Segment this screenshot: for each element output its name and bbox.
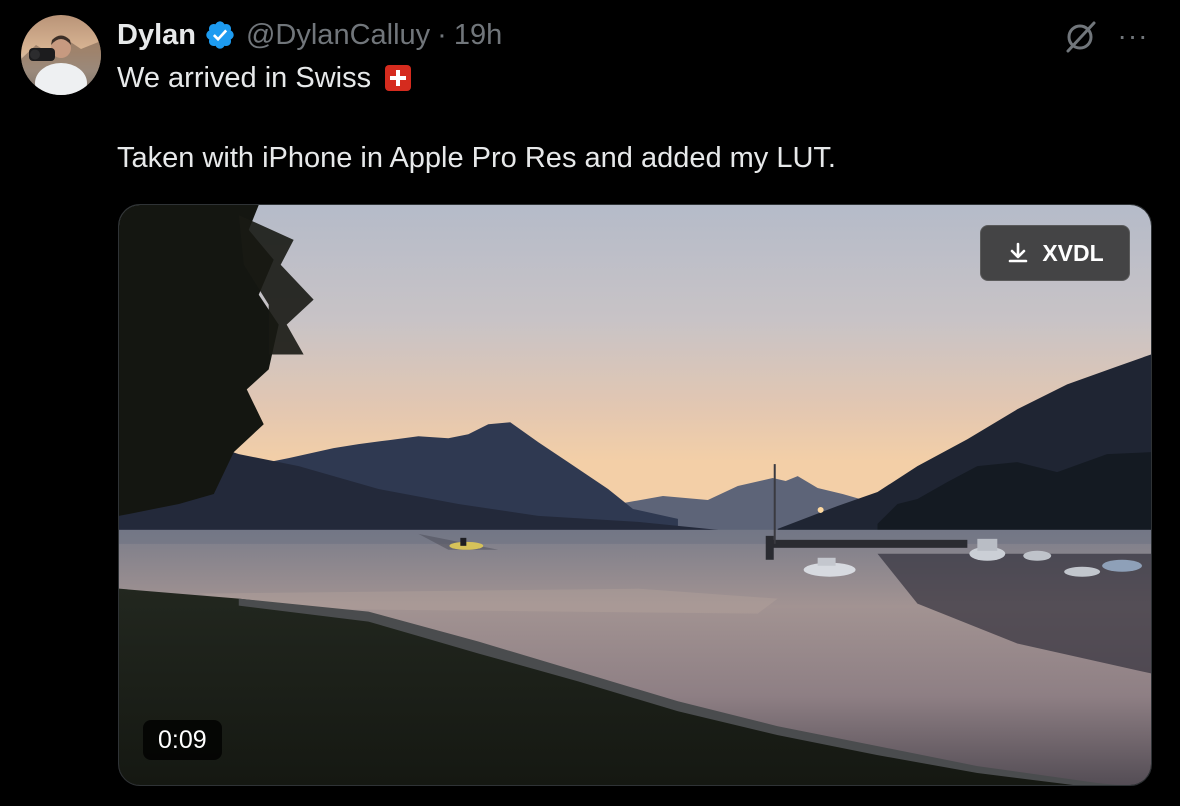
download-icon [1009,242,1028,263]
more-options-icon[interactable]: ··· [1116,22,1150,50]
video-frame [119,205,1151,785]
video-player[interactable]: XVDL 0:09 [118,204,1152,786]
tweet-header: Dylan @DylanCalluy · 19h [117,14,502,56]
avatar[interactable] [21,15,101,95]
xvdl-label: XVDL [1042,239,1104,266]
xvdl-download-button[interactable]: XVDL [980,225,1130,281]
separator-dot: · [437,18,447,51]
swiss-flag-icon [385,65,412,91]
tweet-text-line-2: Taken with iPhone in Apple Pro Res and a… [117,142,836,174]
author-handle[interactable]: @DylanCalluy [246,19,430,52]
verified-badge-icon[interactable] [204,19,236,51]
avatar-photo [21,35,101,95]
grok-icon[interactable] [1063,18,1099,54]
video-duration-badge: 0:09 [143,720,222,760]
tweet-text: We arrived in Swiss Taken with iPhone in… [117,58,836,178]
author-name[interactable]: Dylan [117,19,196,52]
tweet-timestamp[interactable]: 19h [454,19,502,52]
tweet-text-line-1: We arrived in Swiss [117,62,372,94]
